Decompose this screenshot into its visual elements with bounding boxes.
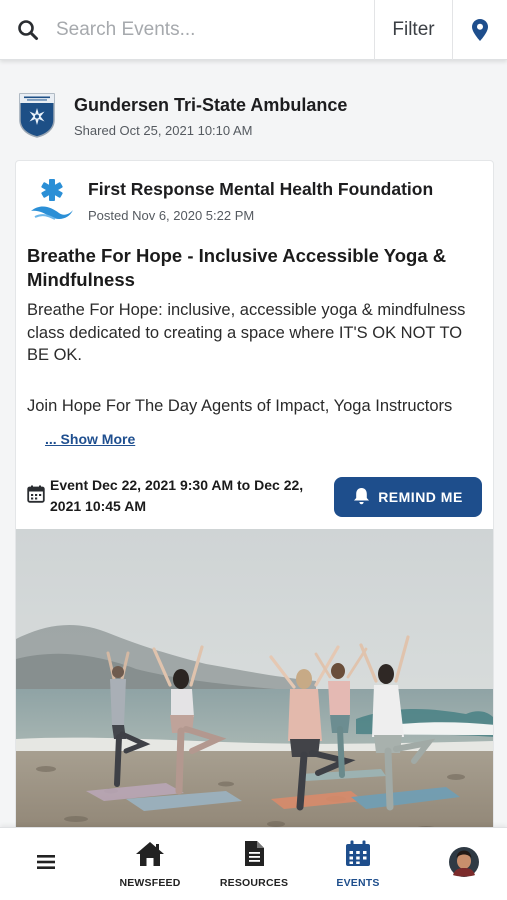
top-search-bar: Filter: [0, 0, 507, 60]
remind-me-button[interactable]: REMIND ME: [334, 477, 482, 517]
nav-events[interactable]: EVENTS: [318, 828, 398, 900]
filter-button[interactable]: Filter: [374, 0, 452, 60]
calendar-small-icon: [27, 485, 45, 503]
post-org-name[interactable]: First Response Mental Health Foundation: [88, 179, 433, 200]
home-icon: [135, 841, 165, 872]
nav-resources-label: RESOURCES: [219, 877, 289, 889]
event-date-range: Event Dec 22, 2021 9:30 AM to Dec 22, 20…: [50, 477, 304, 514]
shared-org-name[interactable]: Gundersen Tri-State Ambulance: [74, 95, 347, 116]
first-response-logo[interactable]: [29, 177, 75, 221]
nav-events-label: EVENTS: [336, 877, 380, 889]
nav-newsfeed[interactable]: NEWSFEED: [110, 828, 190, 900]
menu-icon: [37, 854, 55, 875]
event-photo[interactable]: [16, 529, 493, 839]
show-more-link[interactable]: ... Show More: [45, 431, 135, 447]
document-icon: [243, 840, 265, 872]
search-icon[interactable]: [0, 0, 56, 60]
shared-header: Gundersen Tri-State Ambulance Shared Oct…: [0, 60, 507, 160]
avatar: [449, 847, 479, 882]
search-input[interactable]: [56, 0, 374, 60]
post-description-continued: Join Hope For The Day Agents of Impact, …: [27, 397, 453, 415]
nav-newsfeed-label: NEWSFEED: [119, 876, 181, 889]
event-post-card: First Response Mental Health Foundation …: [15, 160, 494, 840]
bell-icon: [353, 487, 370, 508]
nav-resources[interactable]: RESOURCES: [214, 828, 294, 900]
post-title: Breathe For Hope - Inclusive Accessible …: [27, 245, 447, 290]
gundersen-logo[interactable]: [18, 90, 56, 138]
remind-me-label: REMIND ME: [378, 489, 463, 505]
post-timestamp: Posted Nov 6, 2020 5:22 PM: [88, 208, 255, 223]
calendar-icon: [345, 840, 371, 872]
profile-button[interactable]: [440, 828, 488, 900]
bottom-navigation: NEWSFEED RESOURCES EVENTS: [0, 827, 507, 900]
shared-timestamp: Shared Oct 25, 2021 10:10 AM: [74, 123, 253, 138]
menu-button[interactable]: [20, 828, 72, 900]
post-description: Breathe For Hope: inclusive, accessible …: [27, 301, 466, 364]
map-pin-icon[interactable]: [452, 0, 507, 60]
